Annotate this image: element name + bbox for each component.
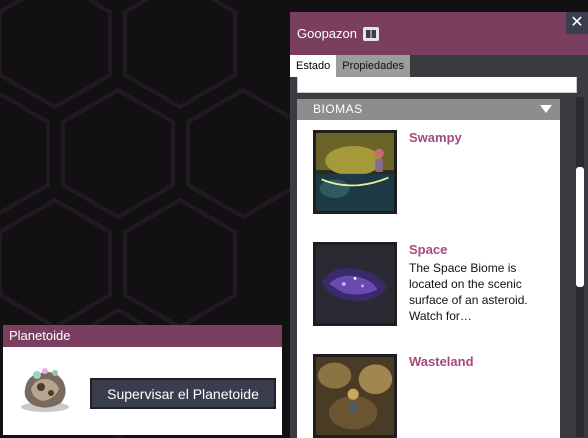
scrollbar-thumb[interactable]: [576, 167, 584, 287]
details-window: Goopazon ✕ Estado Propiedades BIOMAS Swa…: [290, 12, 588, 438]
biomes-list: Swampy Space The Space Biome is located …: [297, 120, 560, 438]
biome-name[interactable]: Wasteland: [409, 354, 474, 369]
biome-description: The Space Biome is located on the scenic…: [409, 261, 528, 323]
planetoid-panel: Planetoide Supervisar el Planetoide: [3, 325, 282, 435]
scrollbar[interactable]: [576, 97, 584, 437]
book-icon: [366, 29, 376, 38]
wasteland-biome-thumbnail: [313, 354, 397, 438]
tab-propiedades[interactable]: Propiedades: [336, 55, 411, 77]
biomes-header-label: BIOMAS: [313, 102, 363, 116]
tab-estado[interactable]: Estado: [290, 55, 336, 77]
biome-name[interactable]: Space: [409, 242, 447, 257]
monitor-planetoid-button[interactable]: Supervisar el Planetoide: [90, 378, 276, 409]
planetoid-image: [21, 368, 69, 412]
details-header: Goopazon ✕: [290, 12, 588, 55]
biome-name[interactable]: Swampy: [409, 130, 462, 145]
status-card: [297, 77, 577, 93]
planetoid-panel-title: Planetoide: [3, 325, 282, 347]
swampy-biome-thumbnail: [313, 130, 397, 214]
codex-book-icon[interactable]: [363, 26, 379, 41]
tab-strip-filler: [410, 55, 588, 77]
biomes-section-header[interactable]: BIOMAS: [297, 99, 560, 120]
details-content: BIOMAS Swampy Space The Space Biome is l…: [290, 77, 588, 438]
details-title: Goopazon: [297, 26, 357, 41]
collapse-arrow-icon: [540, 105, 552, 113]
details-tabs: Estado Propiedades: [290, 55, 588, 77]
space-biome-thumbnail: [313, 242, 397, 326]
close-button[interactable]: ✕: [566, 12, 588, 34]
